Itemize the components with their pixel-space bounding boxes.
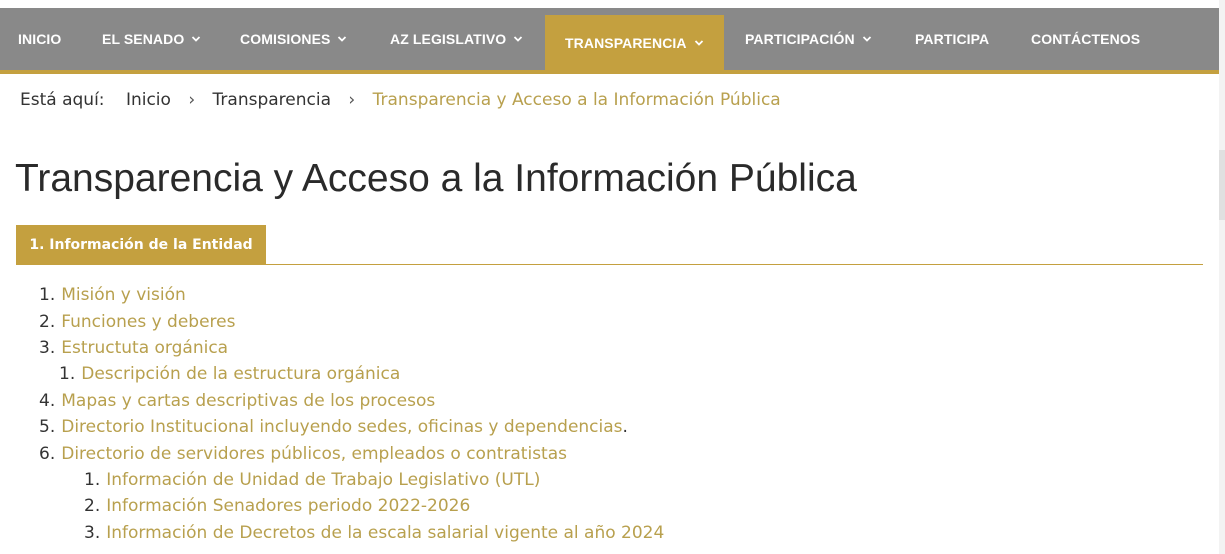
breadcrumb-link-transparencia[interactable]: Transparencia <box>213 90 331 110</box>
breadcrumb-link-inicio[interactable]: Inicio <box>126 90 171 110</box>
list-link[interactable]: Información Senadores periodo 2022-2026 <box>106 496 470 516</box>
top-strip <box>0 0 1219 8</box>
list-number: 1. <box>39 285 56 305</box>
page-scrollbar[interactable] <box>1219 0 1225 554</box>
nav-label: PARTICIPA <box>915 31 990 47</box>
list-number: 2. <box>84 496 101 516</box>
chevron-down-icon <box>338 36 347 42</box>
breadcrumb-current: Transparencia y Acceso a la Información … <box>372 90 781 110</box>
list-link[interactable]: Estructuta orgánica <box>61 338 228 358</box>
nav-label: COMISIONES <box>240 31 331 47</box>
nav-item-participa[interactable]: PARTICIPA <box>915 8 989 70</box>
list-item-nested: 2. Información Senadores periodo 2022-202… <box>84 496 470 516</box>
breadcrumb-separator-icon: › <box>348 90 356 110</box>
nav-item-el-senado[interactable]: EL SENADO <box>102 8 201 70</box>
nav-item-transparencia[interactable]: TRANSPARENCIA <box>545 15 724 70</box>
list-number: 4. <box>39 391 56 411</box>
nav-label: AZ LEGISLATIVO <box>390 31 507 47</box>
list-item: 6. Directorio de servidores públicos, emp… <box>39 444 567 464</box>
nav-item-contactenos[interactable]: CONTÁCTENOS <box>1031 8 1140 70</box>
breadcrumb: Está aquí: Inicio › Transparencia › Tran… <box>20 90 781 110</box>
chevron-down-icon <box>862 36 871 42</box>
list-link[interactable]: Misión y visión <box>61 285 186 305</box>
nav-label: CONTÁCTENOS <box>1031 31 1141 47</box>
list-number: 5. <box>39 417 56 437</box>
list-item: 4. Mapas y cartas descriptivas de los pro… <box>39 391 435 411</box>
chevron-down-icon <box>514 36 523 42</box>
list-link[interactable]: Funciones y deberes <box>61 312 235 332</box>
page-title: Transparencia y Acceso a la Información … <box>15 157 857 200</box>
list-item: 3. Estructuta orgánica <box>39 338 228 358</box>
nav-item-comisiones[interactable]: COMISIONES <box>240 8 347 70</box>
list-suffix: . <box>622 417 628 437</box>
list-number: 6. <box>39 444 56 464</box>
list-link[interactable]: Información de Unidad de Trabajo Legisla… <box>106 470 540 490</box>
nav-label: TRANSPARENCIA <box>565 34 687 51</box>
list-item-nested: 1. Información de Unidad de Trabajo Legis… <box>84 470 540 490</box>
nav-label: PARTICIPACIÓN <box>745 31 855 47</box>
breadcrumb-separator-icon: › <box>188 90 196 110</box>
list-link[interactable]: Información de Decretos de la escala sal… <box>106 523 664 543</box>
list-item: 1. Misión y visión <box>39 285 186 305</box>
tab-informacion-entidad[interactable]: 1. Información de la Entidad <box>16 225 266 264</box>
list-link[interactable]: Directorio de servidores públicos, emple… <box>61 444 567 464</box>
list-number: 1. <box>59 364 76 384</box>
list-link[interactable]: Directorio Institucional incluyendo sede… <box>61 417 622 437</box>
breadcrumb-prefix: Está aquí: <box>20 90 105 110</box>
navbar-accent-line <box>0 70 1219 74</box>
nav-item-participacion[interactable]: PARTICIPACIÓN <box>745 8 872 70</box>
nav-item-az-legislativo[interactable]: AZ LEGISLATIVO <box>390 8 523 70</box>
nav-item-inicio[interactable]: INICIO <box>18 8 61 70</box>
list-item-nested: 1. Descripción de la estructura orgánica <box>59 364 400 384</box>
list-number: 2. <box>39 312 56 332</box>
list-number: 3. <box>84 523 101 543</box>
list-number: 3. <box>39 338 56 358</box>
tab-underline <box>16 264 1203 265</box>
list-number: 1. <box>84 470 101 490</box>
list-link[interactable]: Descripción de la estructura orgánica <box>81 364 400 384</box>
chevron-down-icon <box>694 39 703 46</box>
list-item: 5. Directorio Institucional incluyendo se… <box>39 417 628 437</box>
list-item-nested: 3. Información de Decretos de la escala s… <box>84 523 664 543</box>
nav-label: INICIO <box>18 31 62 47</box>
scrollbar-thumb[interactable] <box>1219 150 1225 220</box>
nav-label: EL SENADO <box>102 31 185 47</box>
list-item: 2. Funciones y deberes <box>39 312 236 332</box>
chevron-down-icon <box>192 36 201 42</box>
list-link[interactable]: Mapas y cartas descriptivas de los proce… <box>61 391 435 411</box>
